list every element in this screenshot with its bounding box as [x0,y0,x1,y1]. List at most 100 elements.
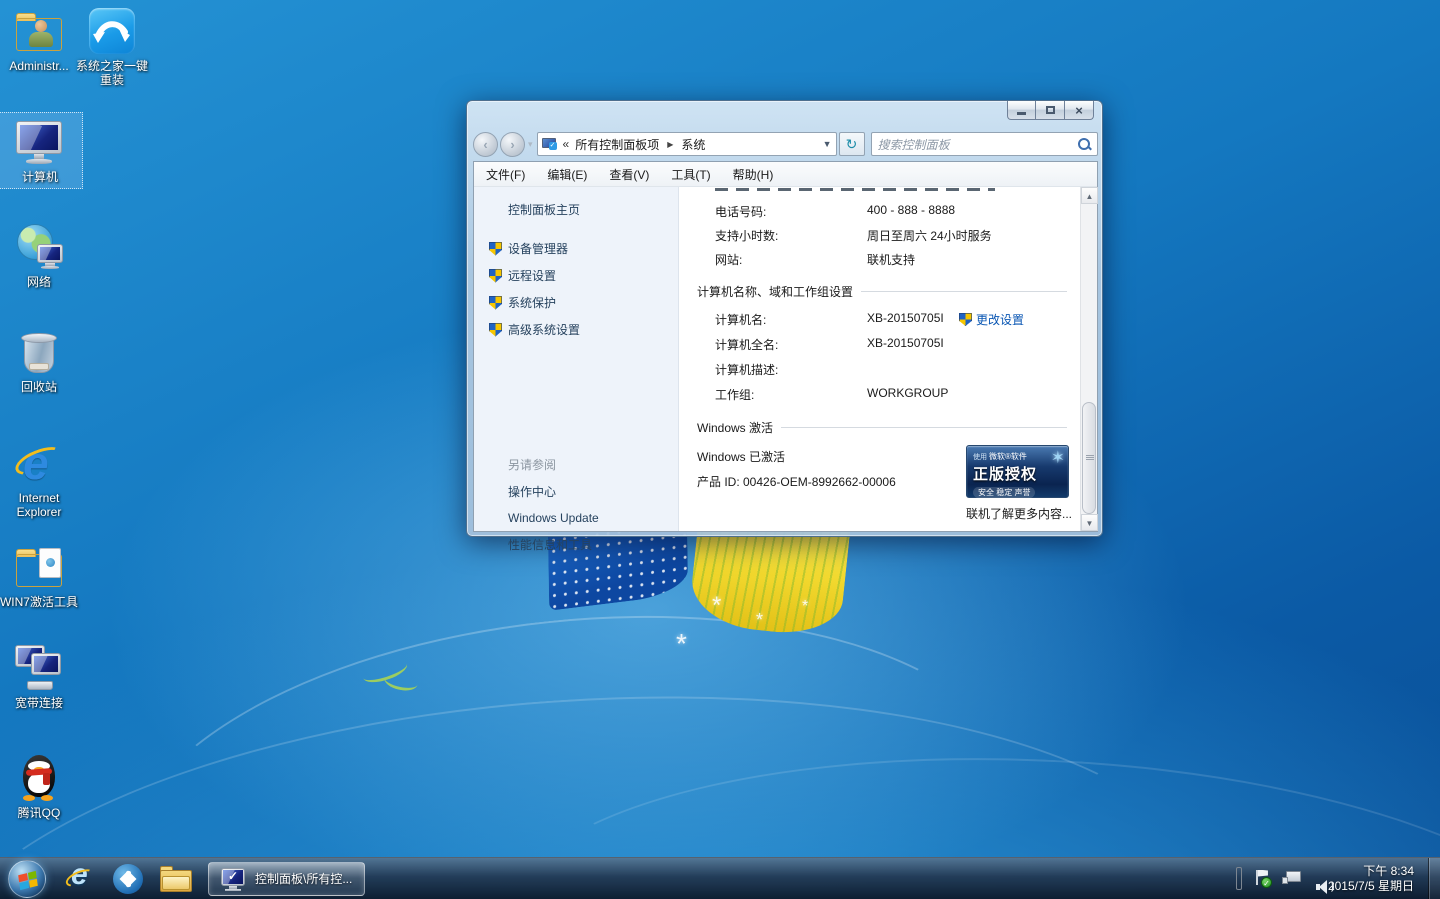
caption-buttons: × [1007,101,1094,120]
desktop-icon-computer[interactable]: 计算机 [0,112,83,189]
taskbar-browser[interactable] [108,860,148,898]
menu-edit[interactable]: 编辑(E) [547,166,587,183]
window-body: 文件(F) 编辑(E) 查看(V) 工具(T) 帮助(H) 控制面板主页 设备管… [473,161,1098,532]
clock-time: 下午 8:34 [1328,864,1414,879]
desktop-icon-label: 系统之家一键重装 [72,59,152,87]
scroll-down-button[interactable]: ▼ [1081,514,1098,531]
computer-icon [14,117,66,167]
sidebar-advanced-settings[interactable]: 高级系统设置 [474,321,678,338]
minimize-button[interactable] [1007,101,1036,120]
change-settings[interactable]: 更改设置 [959,311,1024,328]
windows-activation-section-header: Windows 激活 [697,419,1067,436]
windows-logo-icon [18,870,38,889]
scroll-up-button[interactable]: ▲ [1081,187,1098,204]
taskbar-explorer[interactable] [156,860,196,898]
desktop-icon-label: WIN7激活工具 [0,595,82,609]
sidebar-device-manager[interactable]: 设备管理器 [474,240,678,257]
sidebar-control-panel-home[interactable]: 控制面板主页 [474,201,678,218]
sidebar-performance-tools[interactable]: 性能信息和工具 [474,536,678,553]
network-icon[interactable] [1286,871,1304,886]
search-icon[interactable] [1077,137,1091,151]
desktop-icon-label: 计算机 [0,170,82,184]
desktop-icon-network[interactable]: 网络 [0,222,82,289]
taskbar: e ✓ 控制面板\所有控... ✓ [0,857,1440,899]
qq-penguin-icon [13,753,65,803]
breadcrumb-overflow[interactable]: « [563,137,570,151]
breadcrumb-all-control-panel-items[interactable]: 所有控制面板项 [575,136,659,153]
section-title: 计算机名称、域和工作组设置 [697,285,861,299]
search-box[interactable]: 搜索控制面板 [871,132,1098,156]
wallpaper-sprig [383,669,420,694]
taskbar-active-task[interactable]: ✓ 控制面板\所有控... [208,862,365,896]
system-tray: ✓ 下午 8:34 2015/7/5 星期日 [1236,858,1440,899]
learn-more-link[interactable]: 联机了解更多内容... [966,505,1072,522]
desktop-icon-system-home[interactable]: 系统之家一键重装 [69,6,155,87]
genuine-software-badge[interactable]: 使用微软®软件 正版授权 安全 稳定 声誉 ✶ [966,445,1069,498]
menu-file[interactable]: 文件(F) [486,166,525,183]
change-settings-link[interactable]: 更改设置 [976,311,1024,328]
action-center-icon[interactable]: ✓ [1254,870,1274,888]
network-icon [13,222,65,272]
clock[interactable]: 下午 8:34 2015/7/5 星期日 [1328,864,1414,894]
close-button[interactable]: × [1065,101,1094,120]
sidebar-task-label: 高级系统设置 [508,321,580,338]
address-dropdown-icon[interactable]: ▼ [823,139,832,149]
start-button[interactable] [8,860,46,898]
broadband-connection-icon [13,643,65,693]
close-icon: × [1075,103,1083,118]
support-hours-value: 周日至周六 24小时服务 [867,227,992,244]
online-support-link[interactable]: 联机支持 [867,251,915,268]
desktop-icon-recycle-bin[interactable]: 回收站 [0,327,82,394]
badge-main-text: 正版授权 [973,463,1062,484]
uac-shield-icon [489,269,502,283]
sidebar-windows-update[interactable]: Windows Update [474,511,678,525]
system-home-app-icon [86,6,138,56]
sidebar-remote-settings[interactable]: 远程设置 [474,267,678,284]
menu-help[interactable]: 帮助(H) [733,166,774,183]
computer-name-section-header: 计算机名称、域和工作组设置 [697,283,1067,300]
menu-view[interactable]: 查看(V) [609,166,649,183]
breadcrumb-separator-icon[interactable]: ▶ [667,140,673,149]
scrollbar-thumb[interactable] [1082,402,1096,514]
desktop-icon-qq[interactable]: 腾讯QQ [0,753,82,820]
breadcrumb-system[interactable]: 系统 [681,136,705,153]
computer-name-value: XB-20150705I [867,311,944,325]
desktop-icon-win7-activator[interactable]: WIN7激活工具 [0,542,82,609]
recent-pages-chevron-icon[interactable]: ▾ [528,139,533,150]
desktop: * * * * Administr... 系统之家一键重装 计算机 [0,0,1440,899]
sidebar-system-protection[interactable]: 系统保护 [474,294,678,311]
vertical-scrollbar[interactable]: ▲ ▼ [1080,187,1097,531]
folder-icon [160,866,192,892]
uac-shield-icon [489,296,502,310]
refresh-button[interactable]: ↻ [839,132,865,156]
desktop-icon-broadband[interactable]: 宽带连接 [0,643,82,710]
restore-button[interactable] [1036,101,1065,120]
internet-explorer-icon: e [13,438,65,488]
computer-name-label: 计算机名: [715,311,766,328]
desktop-icon-label: 网络 [0,275,82,289]
sidebar-task-label: 远程设置 [508,267,556,284]
win7-activator-folder-icon [13,542,65,592]
sidebar-action-center[interactable]: 操作中心 [474,483,678,500]
workgroup-label: 工作组: [715,386,754,403]
computer-fullname-value: XB-20150705I [867,336,944,350]
support-hours-label: 支持小时数: [715,227,778,244]
phone-label: 电话号码: [715,203,766,220]
back-button[interactable]: ‹ [473,132,498,157]
menu-tools[interactable]: 工具(T) [671,166,710,183]
input-keyboard-icon[interactable] [1236,870,1242,888]
internet-explorer-icon: e [65,864,95,894]
show-desktop-button[interactable] [1428,858,1440,899]
taskbar-internet-explorer[interactable]: e [60,860,100,898]
wallpaper-sprig [360,655,409,686]
forward-button[interactable]: › [500,132,525,157]
search-placeholder: 搜索控制面板 [878,136,1077,153]
workgroup-value: WORKGROUP [867,386,948,400]
desktop-icon-label: 回收站 [0,380,82,394]
desktop-icon-label: Internet Explorer [0,491,82,519]
desktop-icon-internet-explorer[interactable]: e Internet Explorer [0,438,82,519]
badge-use-text: 使用 [973,454,987,461]
computer-description-label: 计算机描述: [715,361,778,378]
website-label: 网站: [715,251,742,268]
address-bar[interactable]: ✓ « 所有控制面板项 ▶ 系统 ▼ [537,132,837,156]
